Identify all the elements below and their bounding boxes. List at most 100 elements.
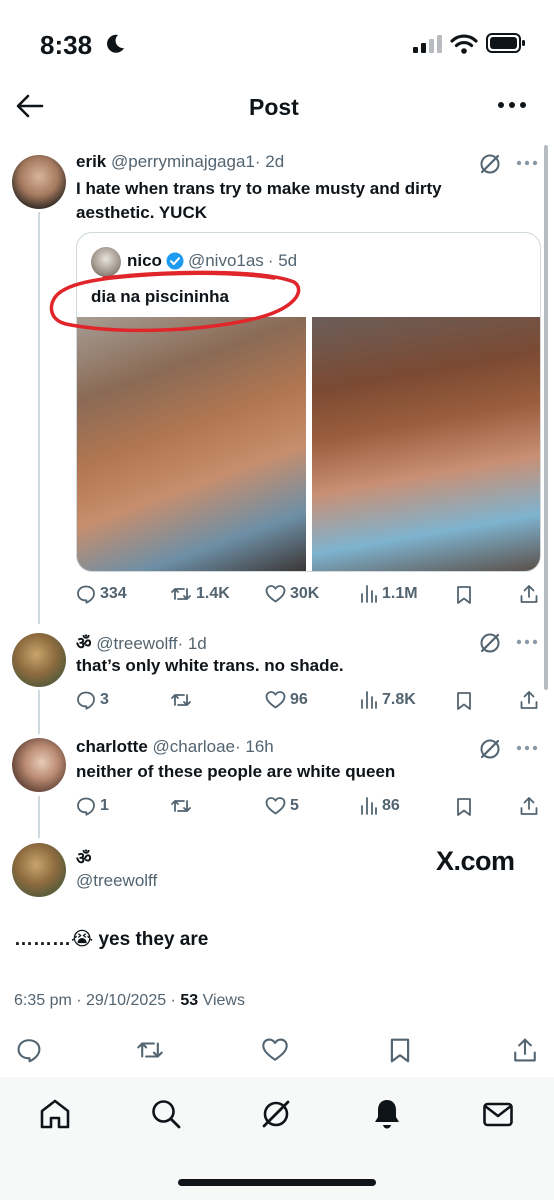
share-icon	[520, 797, 538, 815]
nav-messages[interactable]	[481, 1097, 515, 1131]
reply-button[interactable]: 334	[76, 584, 127, 604]
author-name[interactable]: charlotte	[76, 737, 148, 756]
main-bookmark-button[interactable]	[389, 1037, 411, 1064]
tweet-more-icon[interactable]	[516, 639, 538, 645]
bookmark-icon	[457, 798, 471, 816]
nav-home[interactable]	[38, 1097, 72, 1131]
like-button[interactable]: 96	[265, 690, 308, 710]
like-count: 30K	[290, 585, 320, 602]
wifi-icon	[450, 33, 478, 55]
bookmark-button[interactable]	[456, 797, 472, 817]
home-indicator[interactable]	[178, 1179, 376, 1186]
nav-search[interactable]	[149, 1097, 183, 1131]
repost-icon	[137, 1042, 163, 1058]
tweet-time: · 1d	[177, 634, 207, 653]
thread-line	[38, 212, 40, 624]
avatar[interactable]	[12, 633, 66, 687]
thread-line	[38, 796, 40, 838]
nav-grok[interactable]	[259, 1097, 293, 1131]
mail-icon	[483, 1102, 513, 1127]
bookmark-button[interactable]	[456, 691, 472, 711]
post-timestamp-row: 6:35 pm · 29/10/2025 · 53 Views	[14, 992, 245, 1010]
grok-icon[interactable]	[478, 737, 502, 761]
grok-icon[interactable]	[478, 631, 502, 655]
main-author-name[interactable]: ॐ	[76, 846, 92, 869]
search-icon	[152, 1100, 181, 1129]
views-count: 7.8K	[382, 691, 416, 708]
battery-icon	[486, 33, 526, 53]
repost-icon	[171, 694, 191, 706]
share-button[interactable]	[519, 796, 539, 816]
bookmark-icon	[457, 586, 471, 604]
cellular-signal-icon	[413, 35, 443, 53]
arrow-left-icon	[16, 94, 44, 118]
heart-icon	[265, 691, 286, 709]
repost-button[interactable]	[170, 690, 196, 710]
like-button[interactable]: 30K	[265, 584, 319, 604]
share-icon	[514, 1038, 536, 1062]
like-button[interactable]: 5	[265, 796, 299, 816]
reply-count: 1	[100, 797, 109, 814]
heart-icon	[265, 585, 286, 603]
post-views-label: Views	[202, 992, 245, 1009]
reply-button[interactable]: 3	[76, 690, 109, 710]
views-button[interactable]: 1.1M	[360, 584, 418, 604]
author-name[interactable]: erik	[76, 152, 106, 171]
grok-icon	[262, 1100, 290, 1128]
tweet-more-icon[interactable]	[516, 745, 538, 751]
tweet-time: · 16h	[235, 737, 274, 756]
share-button[interactable]	[519, 690, 539, 710]
avatar[interactable]	[12, 843, 66, 897]
reply-icon	[77, 797, 95, 816]
main-share-button[interactable]	[512, 1037, 538, 1063]
repost-button[interactable]	[170, 796, 196, 816]
back-button[interactable]	[14, 90, 48, 124]
tweet-header: erik @perryminajgaga1· 2d	[76, 152, 284, 172]
more-horizontal-icon	[498, 102, 526, 108]
bottom-nav	[0, 1077, 554, 1200]
post-timestamp[interactable]: 6:35 pm · 29/10/2025 ·	[14, 992, 176, 1009]
reply-count: 3	[100, 691, 109, 708]
tweet-more-icon[interactable]	[516, 160, 538, 166]
more-options-button[interactable]	[497, 98, 527, 112]
reply-button[interactable]: 1	[76, 796, 109, 816]
bookmark-button[interactable]	[456, 585, 472, 605]
author-name[interactable]: ॐ	[76, 634, 92, 653]
author-handle[interactable]: @charloae	[153, 737, 235, 756]
tweet-text: that’s only white trans. no shade.	[76, 656, 344, 675]
author-handle[interactable]: @treewolff	[96, 634, 177, 653]
main-repost-button[interactable]	[135, 1037, 165, 1063]
views-button[interactable]: 7.8K	[360, 690, 416, 710]
share-icon	[520, 585, 538, 603]
scrollbar[interactable]	[544, 145, 548, 690]
photo[interactable]	[312, 317, 540, 571]
heart-icon	[265, 797, 286, 815]
share-button[interactable]	[519, 584, 539, 604]
repost-icon	[171, 800, 191, 812]
nav-notifications[interactable]	[370, 1097, 404, 1131]
views-button[interactable]: 86	[360, 796, 400, 816]
main-reply-button[interactable]	[16, 1037, 42, 1063]
bookmark-icon	[457, 692, 471, 710]
main-like-button[interactable]	[261, 1037, 289, 1063]
share-icon	[520, 691, 538, 709]
tweet-time: · 2d	[254, 152, 285, 171]
analytics-icon	[361, 585, 377, 603]
main-author-handle[interactable]: @treewolff	[76, 871, 157, 891]
repost-button[interactable]: 1.4K	[170, 584, 230, 604]
analytics-icon	[361, 691, 377, 709]
status-bar: 8:38	[0, 0, 554, 80]
tweet-text: neither of these people are white queen	[76, 762, 396, 781]
avatar[interactable]	[12, 738, 66, 792]
avatar[interactable]	[12, 155, 66, 209]
repost-icon	[171, 588, 191, 600]
tweet-header: ॐ @treewolff· 1d	[76, 631, 207, 654]
author-handle[interactable]: @perryminajgaga1	[111, 152, 255, 171]
photo[interactable]	[77, 317, 306, 571]
reply-icon	[77, 691, 95, 710]
main-post-text: ………😭 yes they are	[14, 929, 209, 950]
post-views-count: 53	[180, 992, 199, 1009]
grok-icon[interactable]	[478, 152, 502, 176]
tweet-header: charlotte @charloae· 16h	[76, 737, 274, 757]
watermark: X.com	[436, 846, 515, 876]
